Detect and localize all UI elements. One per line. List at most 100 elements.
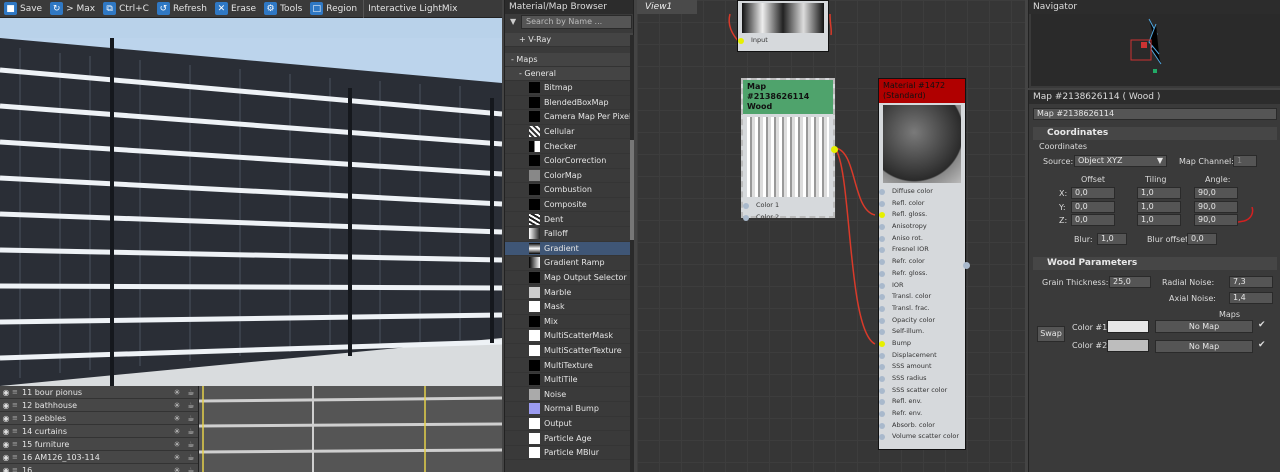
map-item[interactable]: Mix (505, 315, 633, 330)
map-output-port[interactable] (831, 146, 838, 153)
map-item[interactable]: Checker (505, 139, 633, 154)
material-port[interactable]: Diffuse color (879, 186, 965, 198)
layer-row[interactable]: ◉ ≡ 13 pebbles ✳ ☕ (0, 412, 198, 425)
layer-row[interactable]: ◉ ≡ 16 AM126_103-114 ✳ ☕ (0, 451, 198, 464)
map-item[interactable]: Combustion (505, 183, 633, 198)
secondary-viewport[interactable] (198, 386, 502, 472)
material-port[interactable]: SSS radius (879, 373, 965, 385)
eye-icon[interactable]: ◉ (0, 414, 12, 423)
port-input[interactable]: Input (738, 35, 828, 47)
freeze-icon[interactable]: ✳ (170, 453, 184, 462)
map-item[interactable]: Map Output Selector (505, 271, 633, 286)
map-port[interactable]: Color 2 (743, 212, 833, 224)
copy-button[interactable]: ⧉ Ctrl+C (99, 0, 153, 18)
angle-field[interactable]: 90,0 (1194, 187, 1238, 199)
material-port[interactable]: Transl. color (879, 291, 965, 303)
map-item[interactable]: Marble (505, 285, 633, 300)
material-port[interactable]: Anisotropy (879, 221, 965, 233)
material-port[interactable]: SSS scatter color (879, 385, 965, 397)
refresh-button[interactable]: ↺ Refresh (153, 0, 211, 18)
freeze-icon[interactable]: ✳ (170, 466, 184, 472)
map-item[interactable]: Falloff (505, 227, 633, 242)
map-item[interactable]: MultiTile (505, 373, 633, 388)
material-port[interactable]: Self-illum. (879, 326, 965, 338)
angle-field[interactable]: 90,0 (1194, 214, 1238, 226)
render-icon[interactable]: ☕ (184, 440, 198, 449)
map-item[interactable]: MultiScatterTexture (505, 344, 633, 359)
freeze-icon[interactable]: ✳ (170, 414, 184, 423)
input-node[interactable]: Input (737, 0, 829, 52)
material-port[interactable]: Fresnel IOR (879, 244, 965, 256)
eye-icon[interactable]: ◉ (0, 466, 12, 472)
map-item[interactable]: Output (505, 417, 633, 432)
render-icon[interactable]: ☕ (184, 388, 198, 397)
layer-row[interactable]: ◉ ≡ 12 bathhouse ✳ ☕ (0, 399, 198, 412)
map-item[interactable]: Dent (505, 212, 633, 227)
material-port[interactable]: Aniso rot. (879, 233, 965, 245)
map-port[interactable]: Color 1 (743, 200, 833, 212)
wood-map-node[interactable]: Map #2138626114 Wood Color 1 Color 2 (741, 78, 838, 221)
rollout-vray[interactable]: + V-Ray (505, 33, 633, 47)
color1-swatch[interactable] (1107, 320, 1149, 333)
source-dropdown[interactable]: Object XYZ ▼ (1074, 155, 1167, 167)
offset-field[interactable]: 0,0 (1071, 187, 1115, 199)
render-icon[interactable]: ☕ (184, 414, 198, 423)
freeze-icon[interactable]: ✳ (170, 401, 184, 410)
map-name-field[interactable]: Map #2138626114 (1033, 108, 1277, 120)
map-item[interactable]: ColorMap (505, 169, 633, 184)
browser-menu-icon[interactable]: ▼ (510, 17, 516, 26)
eye-icon[interactable]: ◉ (0, 440, 12, 449)
save-button[interactable]: ■ Save (0, 0, 46, 18)
material-port[interactable]: Bump (879, 338, 965, 350)
angle-field[interactable]: 90,0 (1194, 200, 1238, 213)
render-icon[interactable]: ☕ (184, 453, 198, 462)
search-input[interactable]: Search by Name ... (521, 15, 632, 29)
max-button[interactable]: ↻ > Max (46, 0, 99, 18)
material-port[interactable]: Refr. color (879, 256, 965, 268)
rollout-general[interactable]: - General (505, 67, 633, 81)
axial-noise-field[interactable]: 1,4 (1229, 292, 1273, 304)
browser-scrollbar[interactable] (630, 35, 634, 472)
material-port[interactable]: SSS amount (879, 361, 965, 373)
eye-icon[interactable]: ◉ (0, 388, 12, 397)
rollout-maps[interactable]: - Maps (505, 53, 633, 67)
coordinates-rollout[interactable]: Coordinates (1033, 127, 1277, 140)
eye-icon[interactable]: ◉ (0, 401, 12, 410)
freeze-icon[interactable]: ✳ (170, 427, 184, 436)
slate-node-view[interactable]: View1 Input Map #2138626114 Wood Color 1C… (637, 0, 1025, 472)
layer-row[interactable]: ◉ ≡ 14 curtains ✳ ☕ (0, 425, 198, 438)
material-port[interactable]: Refr. env. (879, 408, 965, 420)
map-item[interactable]: MultiScatterMask (505, 329, 633, 344)
eye-icon[interactable]: ◉ (0, 427, 12, 436)
color2-swatch[interactable] (1107, 339, 1149, 352)
offset-field[interactable]: 0,0 (1071, 214, 1115, 226)
tiling-field[interactable]: 1,0 (1137, 214, 1181, 226)
layer-row[interactable]: ◉ ≡ 11 bour pionus ✳ ☕ (0, 386, 198, 399)
material-output-port[interactable] (963, 262, 970, 269)
tiling-field[interactable]: 1,0 (1137, 200, 1181, 213)
map-item[interactable]: Noise (505, 387, 633, 403)
offset-field[interactable]: 0,0 (1071, 200, 1115, 213)
map-item[interactable]: Camera Map Per Pixel (505, 110, 633, 125)
freeze-icon[interactable]: ✳ (170, 388, 184, 397)
render-viewport[interactable] (0, 18, 502, 386)
material-port[interactable]: Refr. gloss. (879, 268, 965, 280)
color1-map-button[interactable]: No Map (1155, 320, 1253, 333)
color2-map-button[interactable]: No Map (1155, 340, 1253, 353)
map-item[interactable]: BlendedBoxMap (505, 96, 633, 111)
eye-icon[interactable]: ◉ (0, 453, 12, 462)
map-item[interactable]: MultiTexture (505, 358, 633, 373)
material-port[interactable]: Absorb. color (879, 420, 965, 432)
material-port[interactable]: Refl. color (879, 198, 965, 210)
map-item[interactable]: Bitmap (505, 81, 633, 96)
color1-map-checkbox[interactable]: ✔ (1258, 320, 1266, 330)
map-item[interactable]: Gradient (505, 241, 633, 257)
navigator-minimap[interactable] (1031, 14, 1280, 86)
material-port[interactable]: Displacement (879, 350, 965, 362)
erase-button[interactable]: ✕ Erase (211, 0, 260, 18)
map-item[interactable]: Gradient Ramp (505, 256, 633, 271)
color2-map-checkbox[interactable]: ✔ (1258, 340, 1266, 350)
tools-button[interactable]: ⚙ Tools (260, 0, 306, 18)
render-icon[interactable]: ☕ (184, 401, 198, 410)
tiling-field[interactable]: 1,0 (1137, 187, 1181, 199)
